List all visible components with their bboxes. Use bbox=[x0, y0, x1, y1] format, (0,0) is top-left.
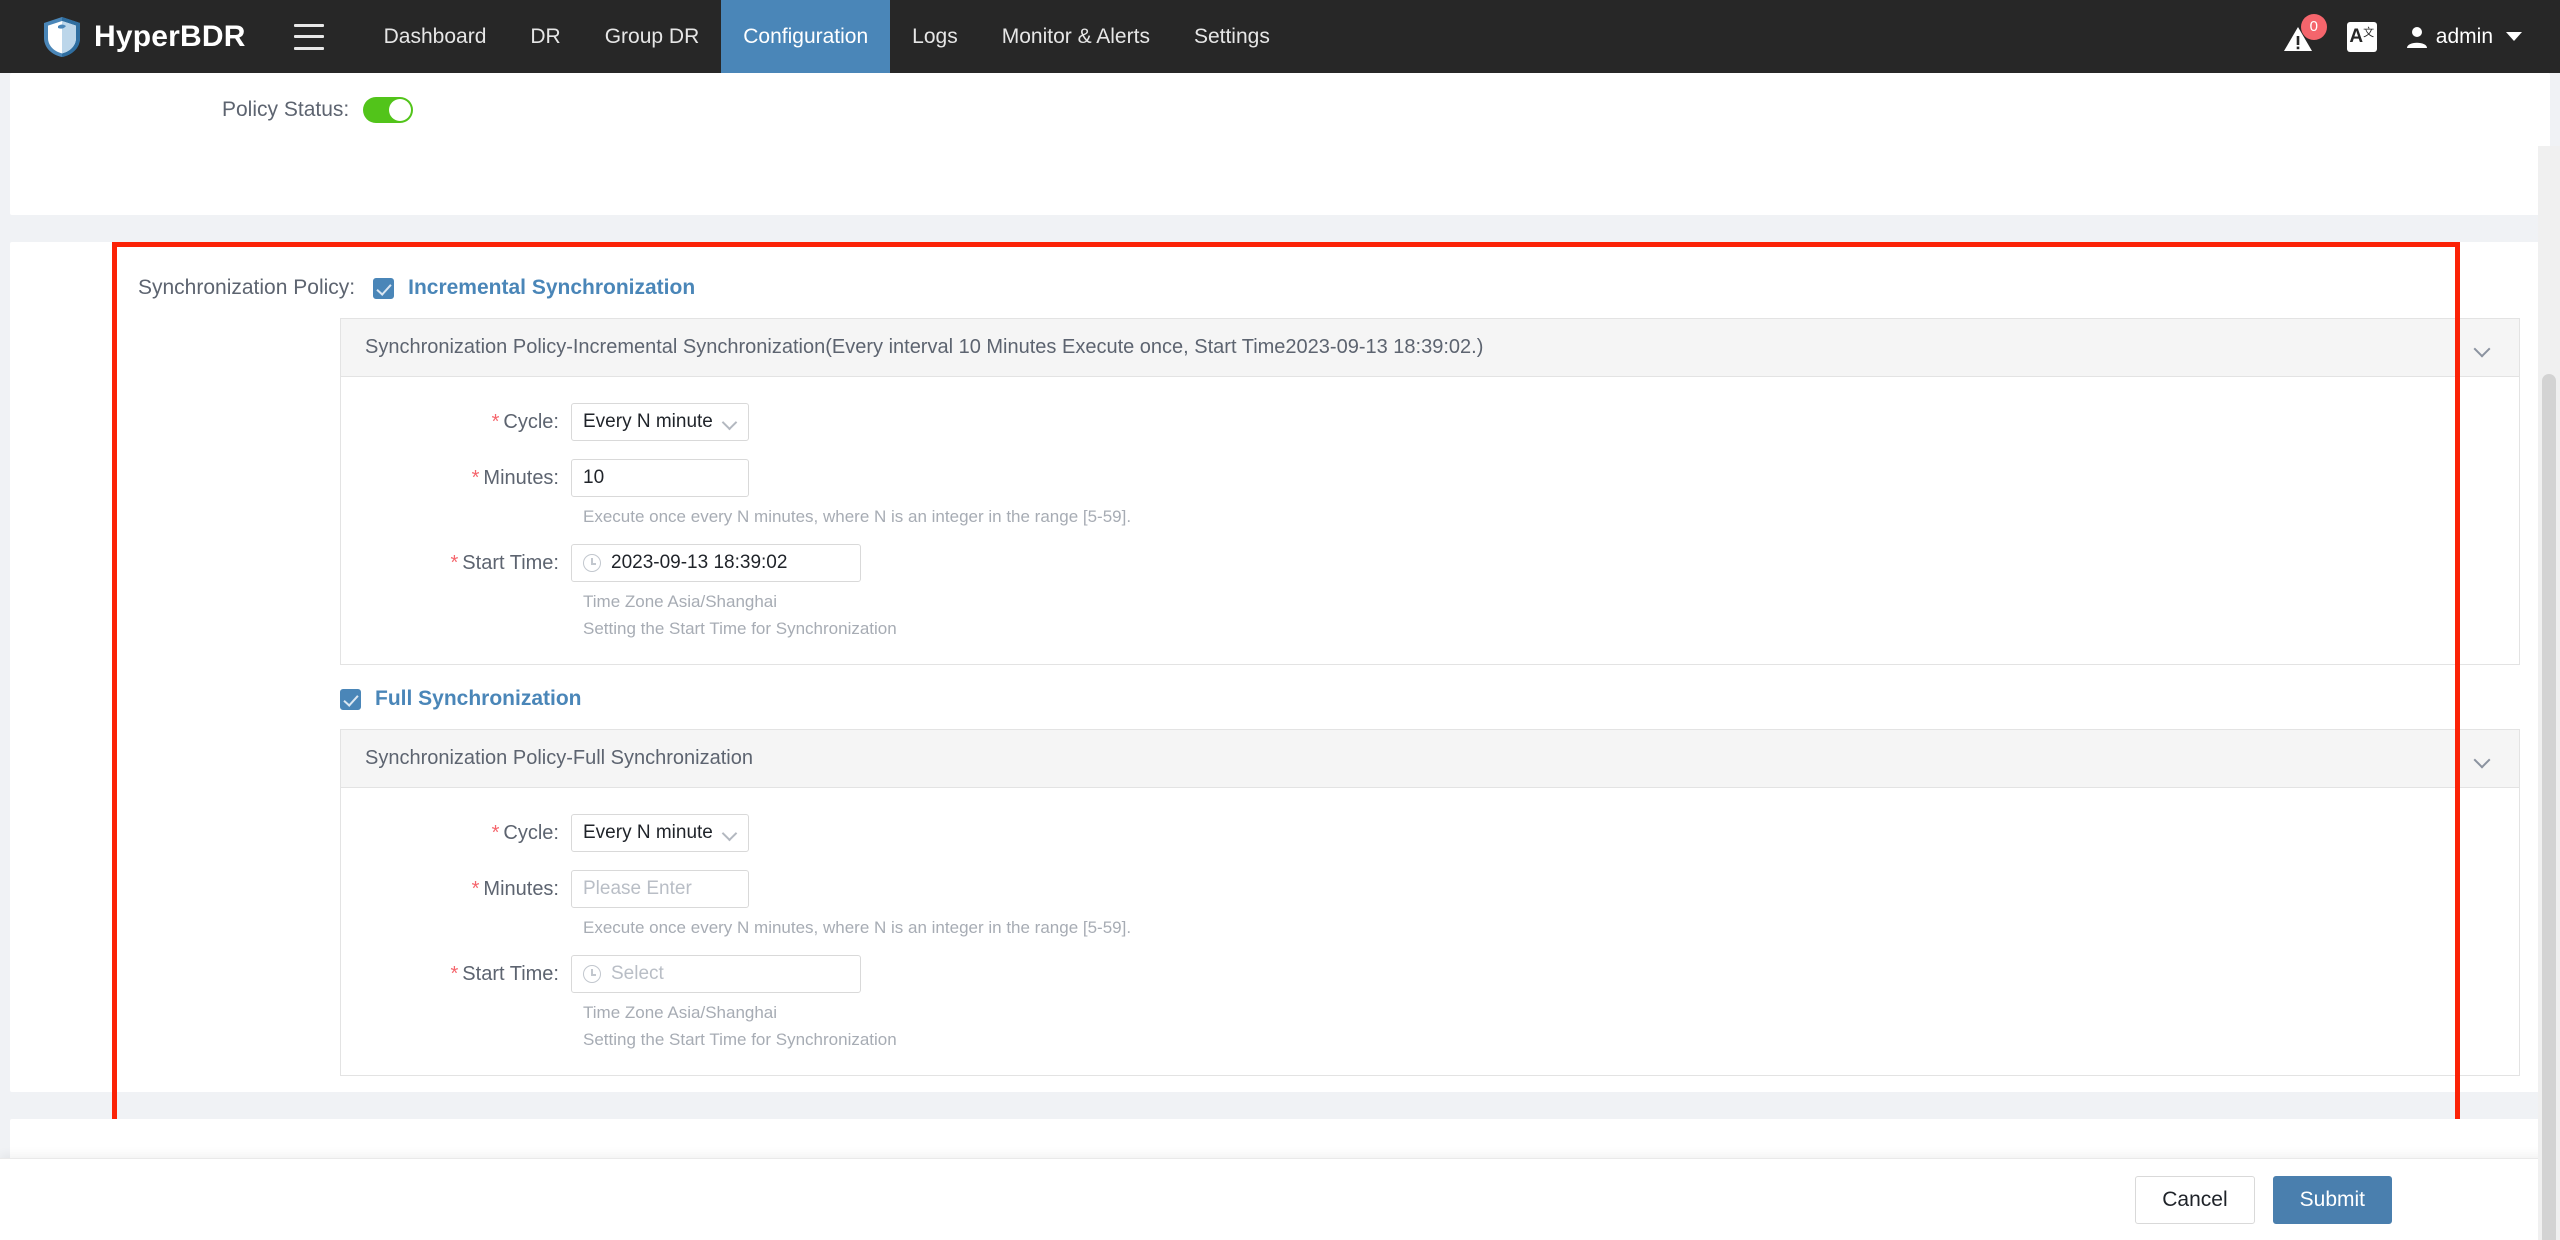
policy-status-label: Policy Status: bbox=[222, 98, 350, 121]
chevron-down-icon bbox=[723, 829, 737, 837]
incremental-minutes-value: 10 bbox=[583, 467, 605, 488]
language-switch-icon[interactable]: A文 bbox=[2346, 21, 2377, 52]
incremental-start-time-row: * Start Time: 2023-09-13 18:39:02 bbox=[341, 544, 2519, 582]
nav-item-logs[interactable]: Logs bbox=[890, 0, 980, 73]
nav-item-group-dr[interactable]: Group DR bbox=[583, 0, 722, 73]
cancel-button[interactable]: Cancel bbox=[2135, 1175, 2255, 1224]
row-spacer bbox=[341, 445, 2519, 459]
incremental-sync-checkbox[interactable] bbox=[373, 277, 395, 299]
chevron-down-icon bbox=[723, 418, 737, 426]
incremental-sync-panel-header[interactable]: Synchronization Policy-Incremental Synch… bbox=[341, 319, 2519, 377]
page-content: Policy Status: Synchronization Policy: I… bbox=[0, 73, 2560, 1240]
synchronization-policy-card: Synchronization Policy: Incremental Sync… bbox=[10, 242, 2550, 1130]
nav-item-settings[interactable]: Settings bbox=[1172, 0, 1292, 73]
incremental-start-time-value: 2023-09-13 18:39:02 bbox=[611, 552, 788, 573]
full-start-time-placeholder: Select bbox=[611, 963, 664, 984]
chevron-down-icon[interactable] bbox=[2474, 343, 2491, 353]
incremental-cycle-row: * Cycle: Every N minute bbox=[341, 403, 2519, 441]
submit-button[interactable]: Submit bbox=[2272, 1175, 2392, 1224]
policy-status-toggle[interactable] bbox=[363, 97, 414, 123]
nav-item-configuration[interactable]: Configuration bbox=[721, 0, 891, 73]
full-sync-panel-header[interactable]: Synchronization Policy-Full Synchronizat… bbox=[341, 730, 2519, 788]
policy-status-card: Policy Status: bbox=[10, 73, 2550, 215]
vertical-scrollbar-track[interactable] bbox=[2538, 146, 2560, 1240]
full-sync-panel-title: Synchronization Policy-Full Synchronizat… bbox=[365, 747, 753, 769]
required-asterisk: * bbox=[491, 410, 500, 433]
required-asterisk: * bbox=[471, 466, 480, 489]
incremental-minutes-hint: Execute once every N minutes, where N is… bbox=[583, 507, 1132, 526]
nav-item-dr[interactable]: DR bbox=[508, 0, 582, 73]
toggle-knob bbox=[389, 99, 412, 121]
full-minutes-hint: Execute once every N minutes, where N is… bbox=[583, 918, 1132, 937]
language-icon-letter: A bbox=[2349, 25, 2364, 47]
language-icon-sup: 文 bbox=[2363, 26, 2375, 39]
full-start-time-label: * Start Time: bbox=[450, 962, 560, 985]
required-asterisk: * bbox=[450, 551, 459, 574]
incremental-minutes-input[interactable]: 10 bbox=[571, 459, 749, 497]
incremental-start-time-picker[interactable]: 2023-09-13 18:39:02 bbox=[571, 544, 861, 582]
alert-count-badge: 0 bbox=[2300, 13, 2327, 40]
row-spacer bbox=[341, 941, 2519, 955]
incremental-sync-collapse-panel: Synchronization Policy-Incremental Synch… bbox=[340, 318, 2520, 665]
incremental-start-time-label: * Start Time: bbox=[450, 551, 560, 574]
required-asterisk: * bbox=[471, 877, 480, 900]
incremental-start-time-hint: Setting the Start Time for Synchronizati… bbox=[583, 619, 897, 638]
user-avatar-icon bbox=[2406, 26, 2427, 48]
incremental-cycle-value: Every N minute bbox=[583, 411, 713, 432]
incremental-sync-panel-title: Synchronization Policy-Incremental Synch… bbox=[365, 336, 1484, 358]
full-minutes-input[interactable]: Please Enter bbox=[571, 870, 749, 908]
full-minutes-row: * Minutes: Please Enter bbox=[341, 870, 2519, 908]
main-nav: Dashboard DR Group DR Configuration Logs… bbox=[362, 0, 1292, 73]
full-cycle-select[interactable]: Every N minute bbox=[571, 814, 749, 852]
full-timezone-hint: Time Zone Asia/Shanghai bbox=[583, 1003, 778, 1022]
clock-icon bbox=[583, 965, 601, 983]
vertical-scrollbar-thumb[interactable] bbox=[2542, 374, 2556, 1240]
shield-logo-icon bbox=[44, 16, 80, 57]
full-start-time-hint: Setting the Start Time for Synchronizati… bbox=[583, 1030, 897, 1049]
clock-icon bbox=[583, 554, 601, 572]
full-cycle-label: * Cycle: bbox=[491, 821, 559, 844]
chevron-down-icon[interactable] bbox=[2474, 754, 2491, 764]
user-name-label: admin bbox=[2435, 24, 2493, 48]
full-sync-title[interactable]: Full Synchronization bbox=[375, 687, 582, 711]
full-minutes-placeholder: Please Enter bbox=[583, 878, 692, 899]
incremental-minutes-row: * Minutes: 10 bbox=[341, 459, 2519, 497]
top-navigation-bar: HyperBDR Dashboard DR Group DR Configura… bbox=[0, 0, 2560, 73]
synchronization-policy-label: Synchronization Policy: bbox=[138, 276, 356, 299]
nav-item-dashboard[interactable]: Dashboard bbox=[362, 0, 509, 73]
incremental-cycle-label: * Cycle: bbox=[491, 410, 559, 433]
incremental-timezone-hint: Time Zone Asia/Shanghai bbox=[583, 592, 778, 611]
full-cycle-value: Every N minute bbox=[583, 822, 713, 843]
incremental-cycle-select[interactable]: Every N minute bbox=[571, 403, 749, 441]
full-start-time-row: * Start Time: Select bbox=[341, 955, 2519, 993]
incremental-sync-header-row: Synchronization Policy: Incremental Sync… bbox=[10, 242, 2550, 300]
full-start-time-picker[interactable]: Select bbox=[571, 955, 861, 993]
full-sync-header-row: Full Synchronization bbox=[10, 665, 2550, 711]
required-asterisk: * bbox=[491, 821, 500, 844]
full-sync-checkbox[interactable] bbox=[340, 688, 361, 710]
incremental-sync-title[interactable]: Incremental Synchronization bbox=[408, 276, 695, 300]
brand-name: HyperBDR bbox=[94, 19, 246, 53]
full-cycle-row: * Cycle: Every N minute bbox=[341, 814, 2519, 852]
nav-item-monitor-alerts[interactable]: Monitor & Alerts bbox=[980, 0, 1172, 73]
row-spacer bbox=[341, 530, 2519, 544]
hamburger-icon[interactable] bbox=[293, 23, 324, 50]
required-asterisk: * bbox=[450, 962, 459, 985]
incremental-sync-panel-body: * Cycle: Every N minute * Minutes: 10 Exec… bbox=[341, 377, 2519, 664]
form-footer-bar: Cancel Submit bbox=[0, 1158, 2560, 1240]
alerts-button[interactable]: 0 bbox=[2283, 13, 2327, 54]
policy-status-row: Policy Status: bbox=[10, 73, 2550, 123]
chevron-down-icon bbox=[2506, 32, 2522, 41]
card-gap bbox=[0, 215, 2560, 242]
incremental-minutes-label: * Minutes: bbox=[471, 466, 559, 489]
full-sync-collapse-panel: Synchronization Policy-Full Synchronizat… bbox=[340, 729, 2520, 1076]
full-minutes-label: * Minutes: bbox=[471, 877, 559, 900]
header-right-actions: 0 A文 admin bbox=[2283, 13, 2522, 54]
brand-logo-group[interactable]: HyperBDR bbox=[42, 16, 246, 58]
full-sync-panel-body: * Cycle: Every N minute * Minutes: Please … bbox=[341, 788, 2519, 1075]
row-spacer bbox=[341, 856, 2519, 870]
user-menu[interactable]: admin bbox=[2406, 24, 2522, 49]
